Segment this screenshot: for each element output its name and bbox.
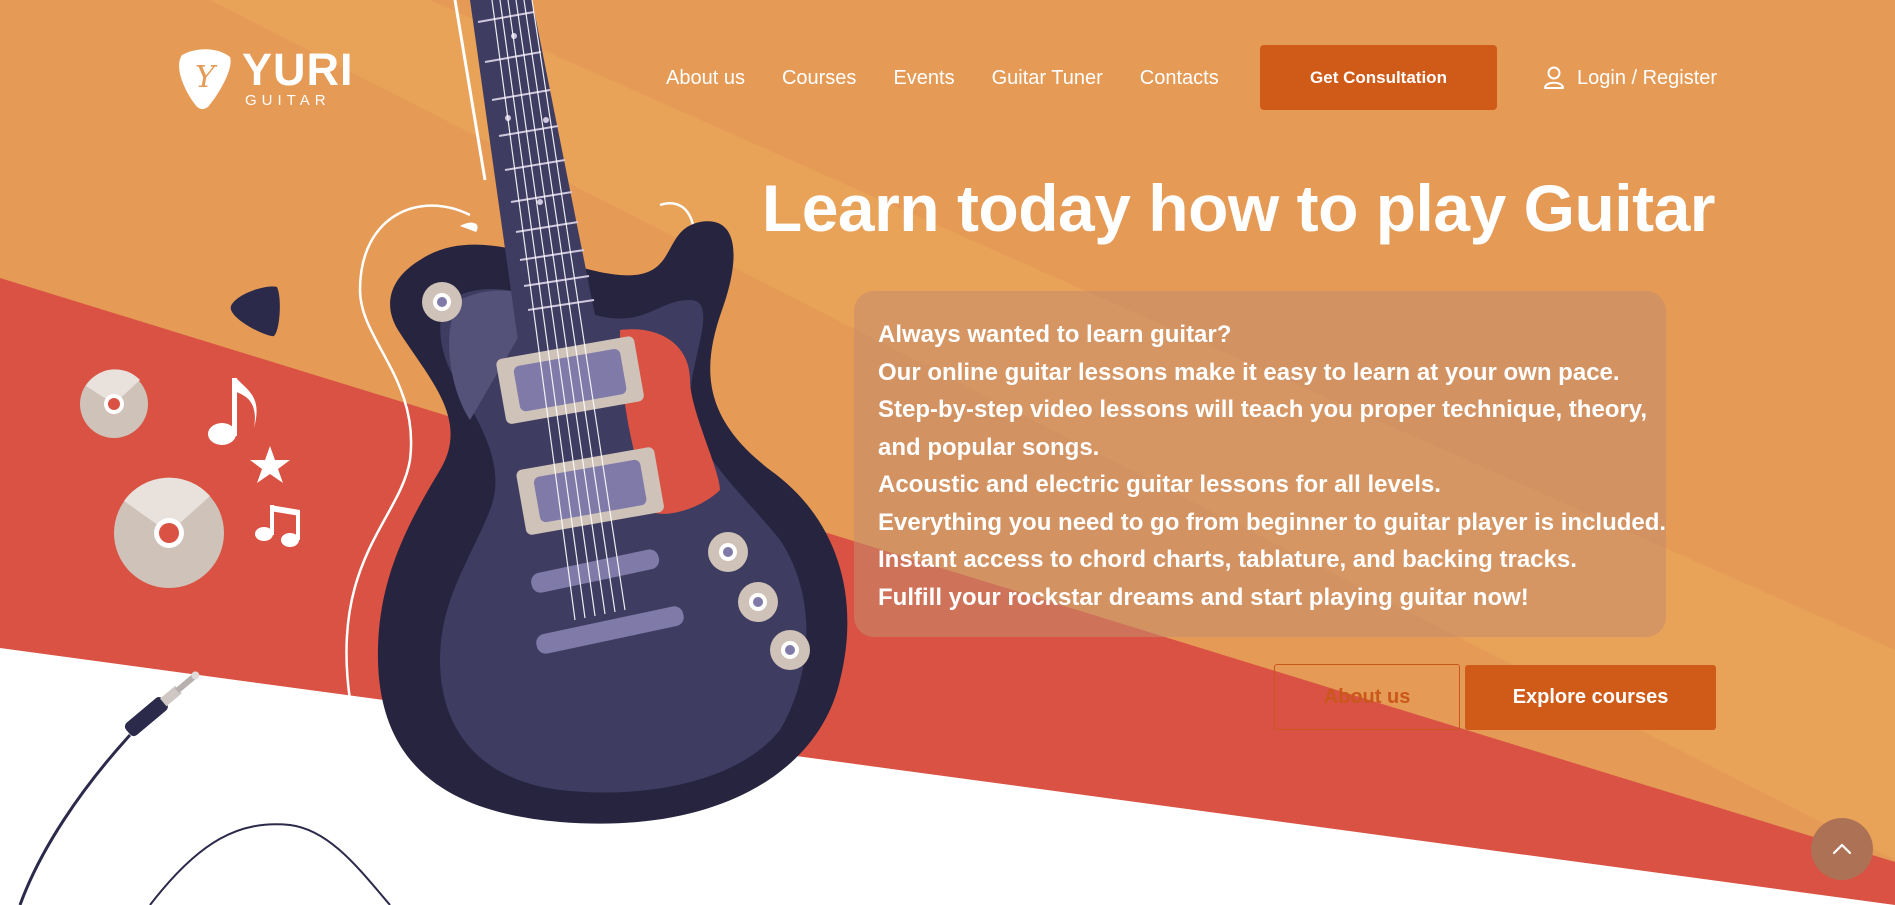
- description-line: Step-by-step video lessons will teach yo…: [878, 396, 1648, 423]
- nav-events[interactable]: Events: [893, 67, 954, 90]
- large-disc-icon: [114, 477, 224, 588]
- get-consultation-button[interactable]: Get Consultation: [1260, 45, 1497, 110]
- brand-logo[interactable]: Y YURI GUITAR: [178, 47, 353, 111]
- brand-name: YURI: [242, 44, 354, 95]
- hero-description-box: Always wanted to learn guitar? Our onlin…: [854, 291, 1666, 637]
- description-line: Everything you need to go from beginner …: [878, 508, 1667, 536]
- login-register-label: Login / Register: [1577, 66, 1718, 89]
- nav-about-us[interactable]: About us: [666, 67, 745, 90]
- nav-guitar-tuner[interactable]: Guitar Tuner: [992, 67, 1103, 90]
- description-line: Instant access to chord charts, tablatur…: [878, 546, 1577, 573]
- description-line: Our online guitar lessons make it easy t…: [878, 358, 1620, 386]
- svg-text:Y: Y: [195, 60, 218, 95]
- brand-subtitle: GUITAR: [245, 92, 331, 109]
- login-register-link[interactable]: Login / Register: [1543, 64, 1717, 92]
- main-nav: About us Courses Events Guitar Tuner Con…: [666, 62, 1256, 94]
- description-line: Always wanted to learn guitar?: [878, 321, 1232, 348]
- guitar-pick-logo-icon: Y: [179, 49, 231, 110]
- description-line: Fulfill your rockstar dreams and start p…: [878, 583, 1529, 611]
- chevron-up-icon: [1832, 843, 1852, 855]
- description-line: and popular songs.: [878, 433, 1100, 461]
- user-icon: [1544, 66, 1564, 89]
- explore-courses-button[interactable]: Explore courses: [1465, 665, 1716, 730]
- about-us-button[interactable]: About us: [1274, 664, 1460, 730]
- nav-contacts[interactable]: Contacts: [1140, 67, 1219, 90]
- hero-title: Learn today how to play Guitar: [761, 171, 1716, 245]
- description-line: Acoustic and electric guitar lessons for…: [878, 471, 1441, 498]
- nav-courses[interactable]: Courses: [782, 67, 856, 90]
- scroll-to-top-button[interactable]: [1811, 818, 1873, 880]
